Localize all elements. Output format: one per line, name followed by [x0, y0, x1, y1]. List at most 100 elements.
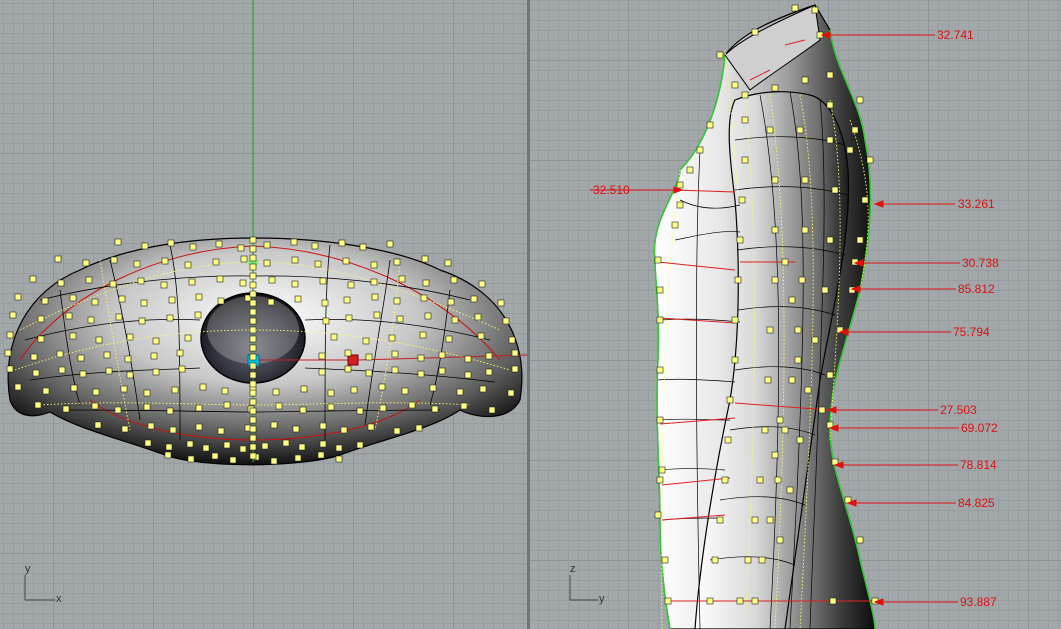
- viewport-right[interactable]: z y 32.741 32.510 33.261 30.738 85.812 7…: [530, 0, 1061, 629]
- control-point: [801, 76, 809, 84]
- control-point: [508, 336, 516, 344]
- control-point: [270, 421, 278, 429]
- control-point: [851, 126, 859, 134]
- control-point: [388, 334, 396, 342]
- viewport-top-canvas: [4, 0, 527, 601]
- control-point: [294, 295, 302, 303]
- control-point: [249, 407, 257, 415]
- control-point: [268, 276, 276, 284]
- control-point: [438, 367, 446, 375]
- control-point: [654, 511, 662, 519]
- control-point: [249, 452, 257, 460]
- control-point: [92, 388, 100, 396]
- control-point: [826, 371, 834, 379]
- control-point: [4, 349, 12, 357]
- control-point: [507, 389, 515, 397]
- control-point: [856, 236, 864, 244]
- control-point: [114, 238, 122, 246]
- control-point: [187, 455, 195, 463]
- control-point: [866, 156, 874, 164]
- dimension-label[interactable]: 85.812: [958, 283, 995, 295]
- dimension-label[interactable]: 69.072: [961, 422, 998, 434]
- dimension-label[interactable]: 32.741: [937, 29, 974, 41]
- control-point: [335, 455, 343, 463]
- control-point: [126, 333, 134, 341]
- control-point: [121, 425, 129, 433]
- control-point: [319, 422, 327, 430]
- control-point: [91, 298, 99, 306]
- control-point: [438, 351, 446, 359]
- control-point: [29, 275, 37, 283]
- control-point: [249, 335, 257, 343]
- control-point: [460, 402, 468, 410]
- control-point: [239, 445, 247, 453]
- control-point: [356, 407, 364, 415]
- control-point: [676, 181, 684, 189]
- dimension-arrowhead: [873, 200, 884, 208]
- control-point: [656, 286, 664, 294]
- control-point: [263, 241, 271, 249]
- control-point: [731, 81, 739, 89]
- control-point: [37, 315, 45, 323]
- control-point: [731, 316, 739, 324]
- control-point: [676, 201, 684, 209]
- control-point: [211, 452, 219, 460]
- control-point: [771, 276, 779, 284]
- control-point: [396, 315, 404, 323]
- control-point: [239, 279, 247, 287]
- control-point: [811, 6, 819, 14]
- control-point: [356, 441, 364, 449]
- control-point: [249, 416, 257, 424]
- control-point: [249, 425, 257, 433]
- control-point: [221, 387, 229, 395]
- control-point: [147, 422, 155, 430]
- control-point: [133, 260, 141, 268]
- dimension-label[interactable]: 33.261: [958, 198, 995, 210]
- control-point: [706, 121, 714, 129]
- control-point: [319, 440, 327, 448]
- control-point: [771, 451, 779, 459]
- dimension-label[interactable]: 75.794: [953, 326, 990, 338]
- control-point: [347, 281, 355, 289]
- control-point: [299, 406, 307, 414]
- control-point: [105, 367, 113, 375]
- control-point: [249, 317, 257, 325]
- control-point: [110, 256, 118, 264]
- control-point: [661, 556, 669, 564]
- control-point: [696, 146, 704, 154]
- control-point: [95, 336, 103, 344]
- control-point: [216, 275, 224, 283]
- control-point: [751, 28, 759, 36]
- dimension-label[interactable]: 27.503: [940, 404, 977, 416]
- control-point: [771, 176, 779, 184]
- control-point: [56, 350, 64, 358]
- control-point: [451, 316, 459, 324]
- control-point: [776, 416, 784, 424]
- control-point: [373, 311, 381, 319]
- control-point: [199, 383, 207, 391]
- control-point: [736, 236, 744, 244]
- control-point: [249, 281, 257, 289]
- dimension-label[interactable]: 93.887: [960, 596, 997, 608]
- control-point: [115, 313, 123, 321]
- control-point: [261, 442, 269, 450]
- control-point: [57, 279, 65, 287]
- control-point: [327, 389, 335, 397]
- control-point: [126, 371, 134, 379]
- control-point: [393, 258, 401, 266]
- control-point: [758, 556, 766, 564]
- control-point: [318, 368, 326, 376]
- control-point: [184, 334, 192, 342]
- control-point: [314, 260, 322, 268]
- dimension-label[interactable]: 30.738: [962, 257, 999, 269]
- control-point: [330, 333, 338, 341]
- control-point: [734, 276, 742, 284]
- control-point: [826, 101, 834, 109]
- dimension-label[interactable]: 78.814: [960, 459, 997, 471]
- dimension-label[interactable]: 84.825: [958, 497, 995, 509]
- viewport-top[interactable]: y x: [0, 0, 527, 629]
- dimension-label[interactable]: 32.510: [593, 184, 630, 196]
- axis-label-z: z: [570, 563, 576, 575]
- control-point: [419, 331, 427, 339]
- control-point: [826, 136, 834, 144]
